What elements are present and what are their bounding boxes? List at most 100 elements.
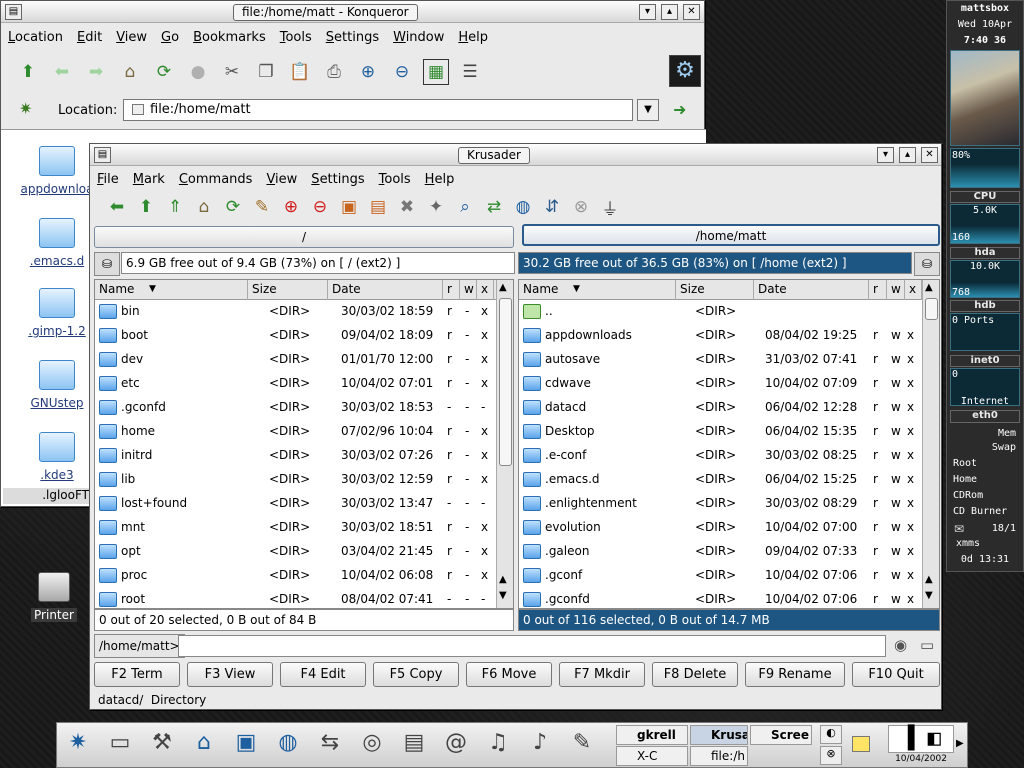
table-row[interactable]: .gconfd <DIR> 30/03/02 18:53- - - — [95, 396, 513, 420]
column-size[interactable]: Size — [248, 280, 328, 300]
wand-icon[interactable]: ✦ — [423, 194, 449, 220]
f9-rename-button[interactable]: F9 Rename — [745, 662, 845, 687]
menu-go[interactable]: Go — [154, 27, 186, 45]
audio-icon[interactable]: ♪ — [524, 726, 556, 758]
menu-settings[interactable]: Settings — [304, 169, 371, 187]
disconnect-icon[interactable]: ⊗ — [568, 194, 594, 220]
minimize-icon[interactable]: ▾ — [639, 4, 656, 20]
menu-tools[interactable]: Tools — [372, 169, 418, 187]
lock-screen-icon[interactable]: ◐ — [820, 725, 842, 744]
column-w[interactable]: w — [460, 280, 477, 300]
table-row[interactable]: lib <DIR> 30/03/02 12:59 r - x — [95, 468, 513, 492]
table-row[interactable]: opt <DIR> 03/04/02 21:45 r - x — [95, 540, 513, 564]
go-arrow-icon[interactable]: ➜ — [673, 100, 686, 119]
table-row[interactable]: home <DIR> 07/02/96 10:04 r - x — [95, 420, 513, 444]
f6-move-button[interactable]: F6 Move — [466, 662, 552, 687]
table-row[interactable]: .e-conf <DIR> 30/03/02 08:25 r w x — [519, 444, 939, 468]
cut-icon[interactable]: ✂ — [219, 59, 245, 85]
right-panel-path[interactable]: /home/matt — [522, 224, 940, 246]
eth-label[interactable]: eth0 — [950, 410, 1020, 423]
table-row[interactable]: datacd <DIR> 06/04/02 12:28 r w x — [519, 396, 939, 420]
fs-cd-burner[interactable]: CD Burner — [953, 506, 1024, 517]
menu-bookmarks[interactable]: Bookmarks — [186, 27, 273, 45]
icon-view-icon[interactable]: ▦ — [423, 59, 449, 85]
maximize-icon[interactable]: ▴ — [899, 147, 916, 163]
command-input[interactable] — [178, 635, 886, 657]
left-panel-path[interactable]: / — [94, 226, 514, 248]
column-x[interactable]: x — [905, 280, 922, 300]
close-icon[interactable]: ✕ — [683, 4, 700, 20]
table-row[interactable]: autosave <DIR> 31/03/02 07:41 r w x — [519, 348, 939, 372]
xmms-label[interactable]: xmms — [956, 538, 1024, 549]
control-center-icon[interactable]: ⚒ — [146, 726, 178, 758]
search-icon[interactable]: ⌕ — [452, 194, 478, 220]
column-size[interactable]: Size — [676, 280, 754, 300]
table-row[interactable]: mnt <DIR> 30/03/02 18:51 r - x — [95, 516, 513, 540]
right-scroll-thumb[interactable] — [925, 298, 938, 320]
scroll-down-icon[interactable]: ▼ — [499, 590, 507, 601]
right-scrollbar[interactable]: ▲ ▲ ▼ — [922, 280, 939, 608]
menu-edit[interactable]: Edit — [70, 27, 109, 45]
menu-help[interactable]: Help — [418, 169, 462, 187]
table-row[interactable]: dev <DIR> 01/01/70 12:00 r - x — [95, 348, 513, 372]
stop-icon[interactable]: ● — [185, 59, 211, 85]
print-icon[interactable]: ⎙ — [321, 59, 347, 85]
printer-desktop-icon[interactable]: Printer — [26, 572, 82, 622]
table-row[interactable]: initrd <DIR> 30/03/02 07:26 r - x — [95, 444, 513, 468]
forward-arrow-icon[interactable]: ➡ — [83, 59, 109, 85]
menu-location[interactable]: Location — [1, 27, 70, 45]
task-screenshot[interactable]: Scree — [750, 725, 812, 745]
home-icon[interactable]: ⌂ — [191, 194, 217, 220]
fs-home[interactable]: Home — [953, 474, 1024, 485]
menu-view[interactable]: View — [259, 169, 304, 187]
table-row[interactable]: .gconf <DIR> 10/04/02 07:06 r w x — [519, 564, 939, 588]
scroll-up-icon[interactable]: ▲ — [499, 282, 507, 293]
browser-globe-icon[interactable]: ◍ — [272, 726, 304, 758]
scroll-down-icon[interactable]: ▲ — [925, 574, 933, 585]
column-name[interactable]: Name — [519, 280, 676, 300]
paste-icon[interactable]: 📋 — [287, 59, 313, 85]
zoom-in-icon[interactable]: ⊕ — [355, 59, 381, 85]
menu-help[interactable]: Help — [451, 27, 495, 45]
table-row[interactable]: .gconfd <DIR> 10/04/02 07:06 r w x — [519, 588, 939, 608]
table-row[interactable]: cdwave <DIR> 10/04/02 07:09 r w x — [519, 372, 939, 396]
column-r[interactable]: r — [443, 280, 460, 300]
show-desktop-icon[interactable]: ▭ — [104, 726, 136, 758]
menu-window[interactable]: Window — [386, 27, 451, 45]
file-icon-appdownloads[interactable]: appdownloa — [17, 146, 97, 196]
file-icon-emacs[interactable]: .emacs.d — [17, 218, 97, 268]
table-row[interactable]: root <DIR> 08/04/02 07:41- - - — [95, 588, 513, 608]
f7-mkdir-button[interactable]: F7 Mkdir — [559, 662, 645, 687]
window-menu-icon[interactable]: ▤ — [5, 4, 22, 20]
menu-settings[interactable]: Settings — [319, 27, 386, 45]
zoom-out-icon[interactable]: ⊖ — [389, 59, 415, 85]
location-dropdown-icon[interactable]: ▼ — [637, 99, 659, 121]
root-icon[interactable]: ⇑ — [162, 194, 188, 220]
scroll-up-icon[interactable]: ▲ — [925, 282, 933, 293]
menu-file[interactable]: File — [90, 169, 126, 187]
column-name[interactable]: Name — [95, 280, 248, 300]
table-row[interactable]: .galeon <DIR> 09/04/02 07:33 r w x — [519, 540, 939, 564]
terminal-launcher-icon[interactable]: ▣ — [230, 726, 262, 758]
network-icon[interactable]: ⇆ — [314, 726, 346, 758]
menu-view[interactable]: View — [109, 27, 154, 45]
back-arrow-icon[interactable]: ⬅ — [49, 59, 75, 85]
music-icon[interactable]: ♫ — [482, 726, 514, 758]
editor-icon[interactable]: ✎ — [566, 726, 598, 758]
table-row[interactable]: lost+found <DIR> 30/03/02 13:47- - - — [95, 492, 513, 516]
scroll-down-icon[interactable]: ▲ — [499, 574, 507, 585]
mount-icon[interactable]: ⏚ — [597, 194, 623, 220]
table-row[interactable]: proc <DIR> 10/04/02 06:08 r - x — [95, 564, 513, 588]
fs-root[interactable]: Root — [953, 458, 1024, 469]
location-input[interactable]: file:/home/matt — [123, 99, 633, 121]
reload-icon[interactable]: ⟳ — [151, 59, 177, 85]
edit-icon[interactable]: ✎ — [249, 194, 275, 220]
file-icon-gimp[interactable]: .gimp-1.2 — [17, 288, 97, 338]
f3-view-button[interactable]: F3 View — [187, 662, 273, 687]
f4-edit-button[interactable]: F4 Edit — [280, 662, 366, 687]
klipper-icon[interactable] — [852, 736, 870, 752]
f10-quit-button[interactable]: F10 Quit — [852, 662, 940, 687]
ftp-icon[interactable]: ⇵ — [539, 194, 565, 220]
left-file-list[interactable]: Name ▼ Size Date r w x bin <DIR> 30/03/02 … — [94, 279, 514, 609]
task-krusader[interactable]: Krusa — [690, 725, 748, 745]
